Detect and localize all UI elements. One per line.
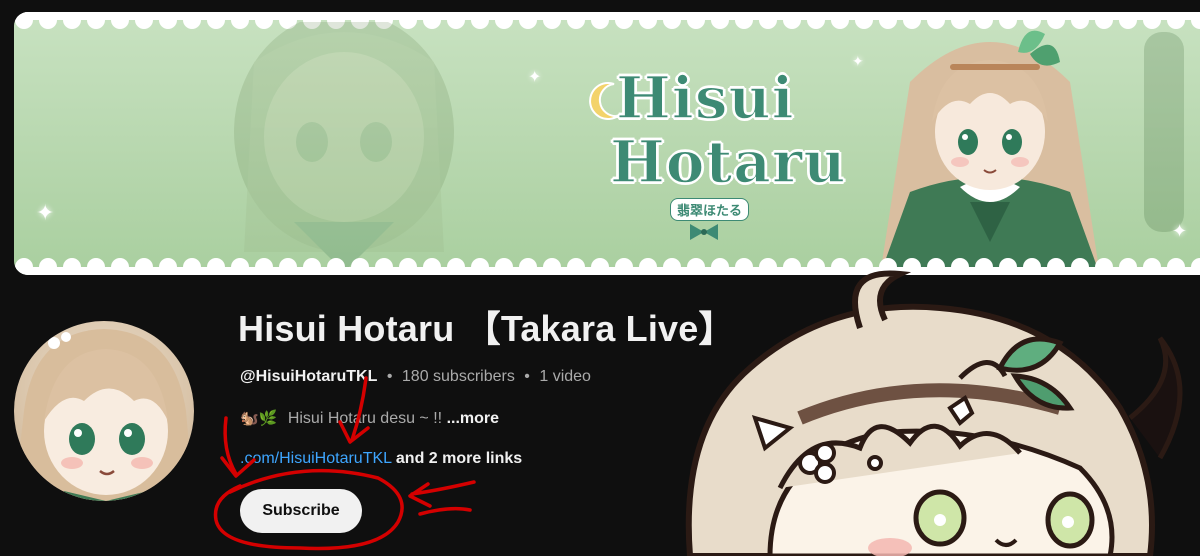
channel-handle: @HisuiHotaruTKL	[240, 368, 378, 385]
more-links-link[interactable]: and 2 more links	[396, 450, 522, 467]
sparkle-icon: ✦	[528, 69, 542, 86]
channel-link[interactable]: .com/HisuiHotaruTKL	[240, 450, 391, 467]
subscribe-button[interactable]: Subscribe	[240, 489, 362, 533]
channel-page: ✦ ✦ ✦ ✦ Hisui Hotaru 翡翠ほたる Hisui Hotaru …	[0, 0, 1200, 556]
avatar-image	[14, 321, 194, 501]
logo-kana: 翡翠ほたる	[670, 198, 750, 221]
channel-meta: @HisuiHotaruTKL • 180 subscribers • 1 vi…	[240, 368, 591, 386]
banner-ghost-right	[1144, 32, 1184, 232]
sparkle-icon: ✦	[1172, 221, 1188, 241]
squirrel-emoji-icon: 🐿️🌿	[240, 410, 278, 427]
video-count: 1 video	[539, 368, 591, 385]
subscriber-count: 180 subscribers	[401, 368, 515, 385]
meta-separator: •	[386, 368, 393, 385]
chibi-sticker	[685, 270, 1183, 556]
description-text: Hisui Hotaru desu ~ !!	[287, 410, 443, 427]
banner-logo: Hisui Hotaru 翡翠ほたる	[588, 50, 846, 250]
logo-text-line2: Hotaru	[609, 127, 847, 197]
meta-separator: •	[524, 368, 530, 385]
banner-ghost-illustration	[234, 22, 454, 272]
sparkle-icon: ✦	[36, 200, 55, 225]
logo-text-line1: Hisui	[615, 63, 795, 133]
channel-links: .com/HisuiHotaruTKL and 2 more links	[240, 450, 522, 468]
channel-avatar[interactable]	[14, 321, 194, 546]
banner-character	[880, 30, 1100, 275]
bow-icon	[690, 224, 718, 240]
description-more-link[interactable]: ...more	[447, 410, 499, 427]
channel-description[interactable]: 🐿️🌿 Hisui Hotaru desu ~ !! ...more	[240, 409, 499, 428]
channel-banner: ✦ ✦ ✦ ✦ Hisui Hotaru 翡翠ほたる	[14, 12, 1200, 275]
